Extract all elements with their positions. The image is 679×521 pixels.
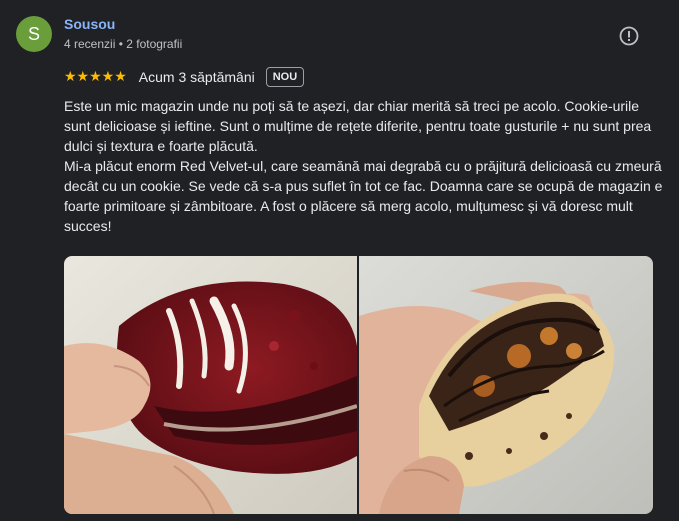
report-icon [619, 26, 639, 46]
avatar-initial: S [27, 24, 40, 44]
avatar[interactable]: S [16, 16, 52, 52]
photo-chocolate-cookie[interactable] [359, 256, 653, 514]
star-rating: ★★★★★ [64, 69, 127, 85]
new-badge: NOU [265, 67, 305, 87]
chocolate-caramel-cookie-photo [359, 256, 653, 514]
photo-gallery [64, 256, 653, 514]
photo-red-velvet[interactable] [64, 256, 357, 514]
review-text: Este un mic magazin unde nu poți să te a… [64, 98, 663, 234]
author-meta: 4 recenzii • 2 fotografii [64, 37, 183, 51]
rating-row: ★★★★★ Acum 3 săptămâni NOU [64, 66, 305, 88]
author-name[interactable]: Sousou [64, 16, 115, 32]
review-card: S Sousou 4 recenzii • 2 fotografii ★★★★★… [0, 0, 679, 521]
red-velvet-cookie-photo [64, 256, 357, 514]
report-button[interactable] [618, 25, 640, 47]
review-date: Acum 3 săptămâni [138, 69, 255, 85]
